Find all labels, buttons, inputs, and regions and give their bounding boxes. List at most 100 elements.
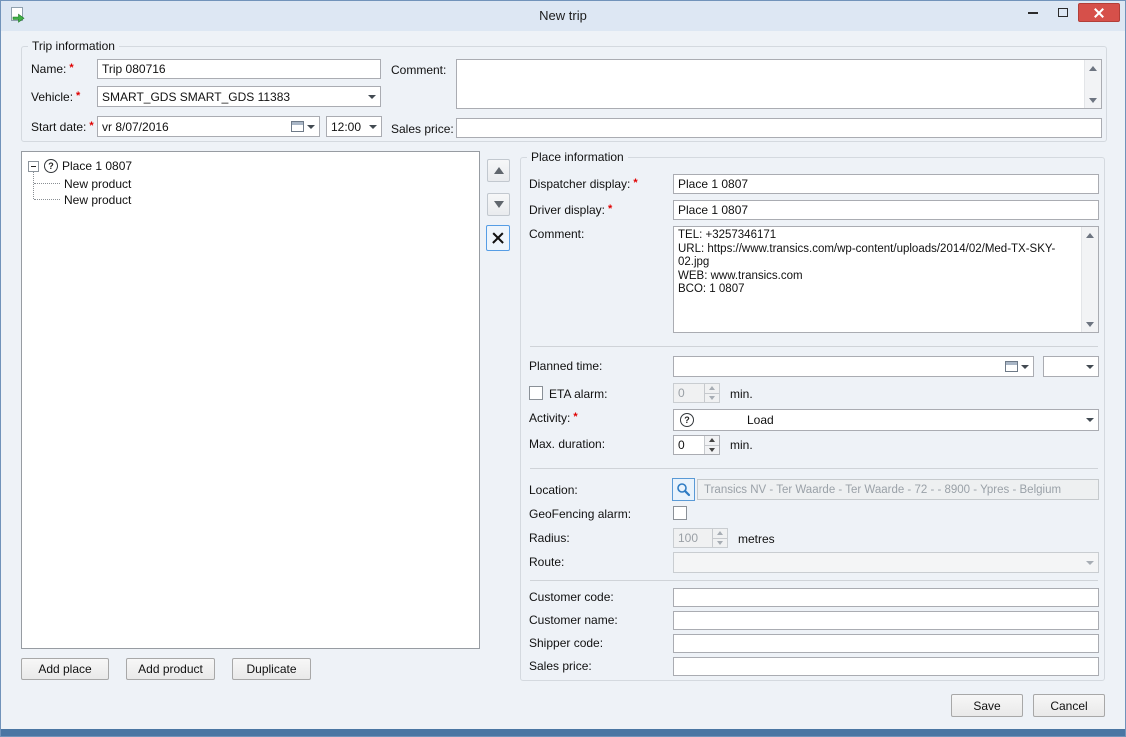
spin-down-icon[interactable] bbox=[705, 393, 719, 403]
eta-alarm-checkbox[interactable] bbox=[529, 386, 543, 400]
place-question-icon: ? bbox=[44, 159, 58, 173]
activity-select[interactable]: ? Load bbox=[673, 409, 1099, 431]
spin-down-icon[interactable] bbox=[705, 445, 719, 455]
tree-item-place[interactable]: ? Place 1 0807 bbox=[28, 158, 132, 174]
geofencing-alarm-checkbox[interactable] bbox=[673, 506, 687, 520]
route-select bbox=[673, 552, 1099, 573]
eta-alarm-unit: min. bbox=[730, 387, 753, 401]
place-comment-label: Comment: bbox=[529, 227, 584, 241]
max-duration-spinner[interactable]: 0 bbox=[673, 435, 720, 455]
close-button[interactable] bbox=[1078, 3, 1120, 22]
activity-question-icon: ? bbox=[680, 413, 694, 427]
search-icon bbox=[676, 482, 691, 497]
customer-name-input[interactable] bbox=[673, 611, 1099, 630]
planned-time-label: Planned time: bbox=[529, 359, 602, 373]
start-date-picker[interactable]: vr 8/07/2016 bbox=[97, 116, 320, 137]
move-up-button[interactable] bbox=[487, 159, 510, 182]
save-button[interactable]: Save bbox=[951, 694, 1023, 717]
required-marker: * bbox=[573, 411, 577, 423]
start-time-value: 12:00 bbox=[327, 120, 364, 134]
customer-name-label: Customer name: bbox=[529, 613, 618, 627]
scroll-up-icon[interactable] bbox=[1085, 60, 1101, 76]
activity-value: Load bbox=[698, 413, 1081, 427]
minimize-icon bbox=[1028, 12, 1038, 14]
up-arrow-icon bbox=[494, 167, 504, 174]
spin-up-icon[interactable] bbox=[713, 529, 727, 538]
scroll-down-icon[interactable] bbox=[1085, 92, 1101, 108]
name-label: Name:* bbox=[31, 62, 74, 76]
tree-connector bbox=[34, 183, 60, 184]
trip-tree: ? Place 1 0807 New product New product bbox=[21, 151, 480, 649]
add-place-button[interactable]: Add place bbox=[21, 658, 109, 680]
dropdown-arrow-icon bbox=[1081, 357, 1098, 376]
dropdown-arrow-icon bbox=[363, 87, 380, 106]
planned-time-picker[interactable] bbox=[673, 356, 1034, 377]
trip-comment-textarea[interactable] bbox=[456, 59, 1102, 109]
caption-buttons bbox=[1018, 3, 1120, 22]
location-field: Transics NV - Ter Waarde - Ter Waarde - … bbox=[697, 479, 1099, 500]
new-trip-dialog: New trip Trip information Name:* Comment… bbox=[0, 0, 1126, 737]
add-product-button[interactable]: Add product bbox=[126, 658, 215, 680]
tree-item-product-1[interactable]: New product bbox=[64, 176, 131, 192]
vehicle-label: Vehicle:* bbox=[31, 90, 80, 104]
max-duration-unit: min. bbox=[730, 438, 753, 452]
dispatcher-display-label: Dispatcher display:* bbox=[529, 177, 638, 191]
location-search-button[interactable] bbox=[672, 478, 695, 501]
tree-item-label: Place 1 0807 bbox=[62, 159, 132, 173]
collapse-icon[interactable] bbox=[28, 161, 39, 172]
delete-item-button[interactable] bbox=[486, 225, 510, 251]
maximize-icon bbox=[1058, 8, 1068, 17]
scroll-down-icon[interactable] bbox=[1082, 316, 1098, 332]
shipper-code-label: Shipper code: bbox=[529, 636, 603, 650]
maximize-button[interactable] bbox=[1048, 3, 1077, 22]
radius-value: 100 bbox=[674, 529, 712, 547]
move-down-button[interactable] bbox=[487, 193, 510, 216]
eta-alarm-spinner[interactable]: 0 bbox=[673, 383, 720, 403]
cancel-button[interactable]: Cancel bbox=[1033, 694, 1105, 717]
dropdown-arrow-icon bbox=[1021, 365, 1029, 369]
tree-item-product-2[interactable]: New product bbox=[64, 192, 131, 208]
place-information-legend: Place information bbox=[527, 150, 628, 164]
calendar-icon bbox=[1005, 361, 1018, 372]
tree-item-label: New product bbox=[64, 177, 131, 191]
trip-sales-price-input[interactable] bbox=[456, 118, 1102, 138]
max-duration-value: 0 bbox=[674, 436, 704, 454]
customer-code-input[interactable] bbox=[673, 588, 1099, 607]
eta-alarm-label: ETA alarm: bbox=[549, 387, 607, 401]
required-marker: * bbox=[76, 90, 80, 102]
minimize-button[interactable] bbox=[1018, 3, 1047, 22]
vehicle-value: SMART_GDS SMART_GDS 11383 bbox=[98, 90, 363, 104]
trip-comment-scrollbar[interactable] bbox=[1084, 60, 1101, 108]
separator bbox=[530, 346, 1098, 347]
place-comment-scrollbar[interactable] bbox=[1081, 227, 1098, 332]
required-marker: * bbox=[69, 62, 73, 74]
name-input[interactable] bbox=[97, 59, 381, 79]
driver-display-input[interactable] bbox=[673, 200, 1099, 220]
place-comment-textarea[interactable]: TEL: +3257346171 URL: https://www.transi… bbox=[673, 226, 1099, 333]
spin-up-icon[interactable] bbox=[705, 384, 719, 393]
duplicate-button[interactable]: Duplicate bbox=[232, 658, 311, 680]
spin-down-icon[interactable] bbox=[713, 538, 727, 548]
planned-time-select[interactable] bbox=[1043, 356, 1099, 377]
separator bbox=[530, 580, 1098, 581]
dropdown-arrow-icon bbox=[1081, 553, 1098, 572]
radius-unit: metres bbox=[738, 532, 775, 546]
eta-alarm-value: 0 bbox=[674, 384, 704, 402]
spin-up-icon[interactable] bbox=[705, 436, 719, 445]
tree-item-label: New product bbox=[64, 193, 131, 207]
dispatcher-display-input[interactable] bbox=[673, 174, 1099, 194]
vehicle-select[interactable]: SMART_GDS SMART_GDS 11383 bbox=[97, 86, 381, 107]
delete-x-icon bbox=[491, 231, 505, 245]
trip-sales-price-label: Sales price: bbox=[391, 122, 454, 136]
required-marker: * bbox=[89, 120, 93, 132]
activity-label: Activity:* bbox=[529, 411, 578, 425]
start-time-select[interactable]: 12:00 bbox=[326, 116, 382, 137]
shipper-code-input[interactable] bbox=[673, 634, 1099, 653]
route-label: Route: bbox=[529, 555, 564, 569]
scroll-up-icon[interactable] bbox=[1082, 227, 1098, 243]
start-date-value: vr 8/07/2016 bbox=[98, 120, 291, 134]
calendar-icon bbox=[291, 121, 304, 132]
place-sales-price-input[interactable] bbox=[673, 657, 1099, 676]
radius-spinner[interactable]: 100 bbox=[673, 528, 728, 548]
geofencing-alarm-label: GeoFencing alarm: bbox=[529, 507, 631, 521]
